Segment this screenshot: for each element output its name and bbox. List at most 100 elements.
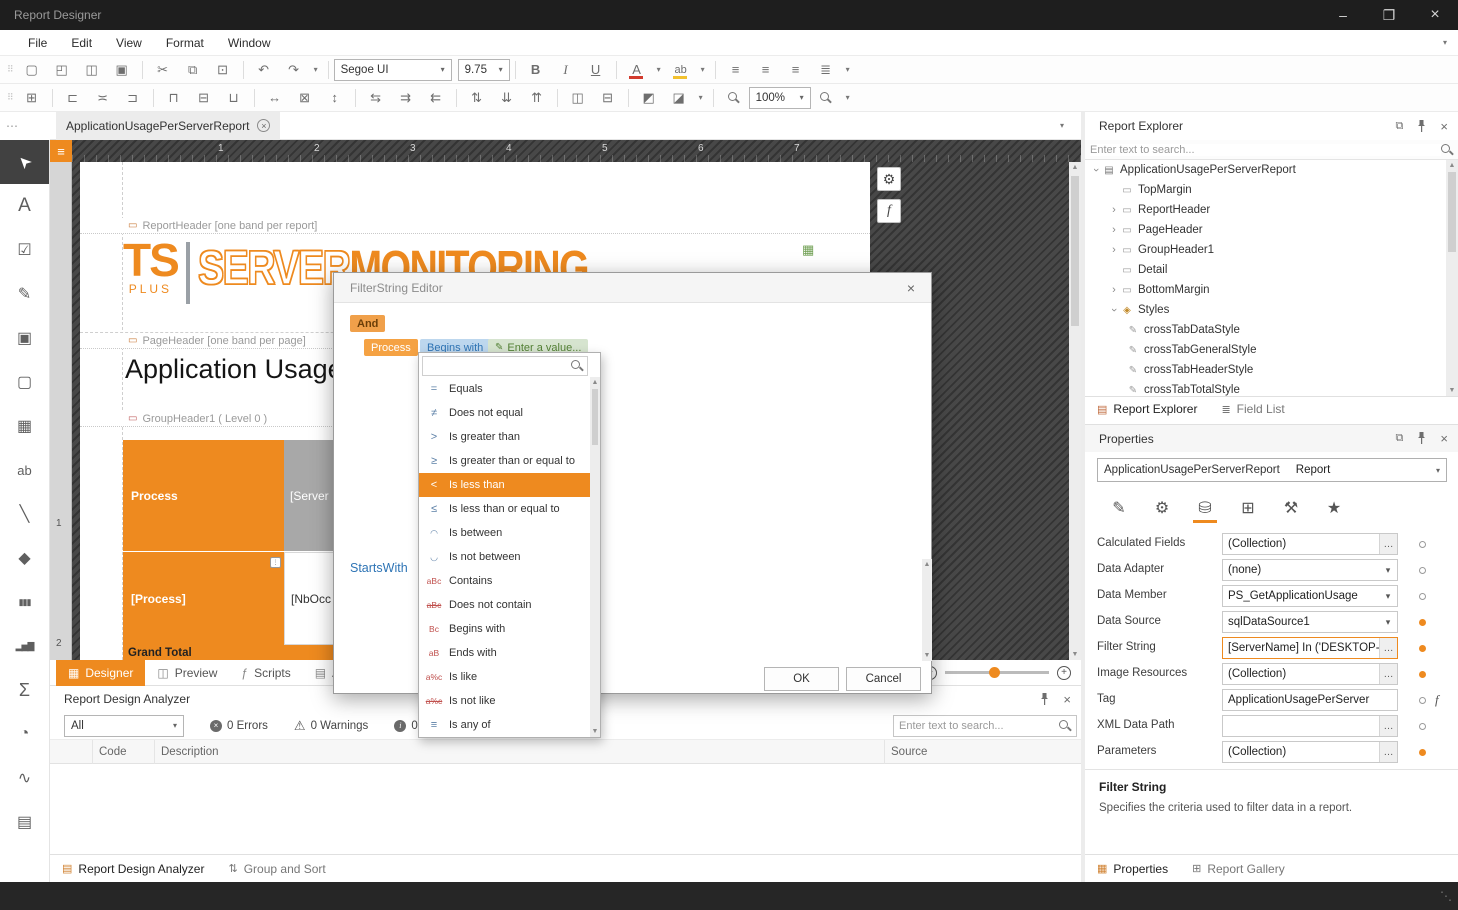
scroll-up-icon[interactable]: ▲ <box>590 379 600 386</box>
summary-tool[interactable]: Σ <box>0 668 49 712</box>
group-operator-chip[interactable]: And <box>350 315 385 332</box>
tree-node-pageheader[interactable]: › ▭ PageHeader <box>1085 220 1446 240</box>
property-value[interactable]: (none) <box>1223 564 1379 576</box>
tree-node-detail[interactable]: ▭ Detail <box>1085 260 1446 280</box>
save-button[interactable]: ◫ <box>77 58 107 82</box>
highlight-menu-icon[interactable]: ▾ <box>696 65 710 74</box>
dialog-scrollbar[interactable]: ▲ ▼ <box>922 559 932 661</box>
scrollbar-thumb[interactable] <box>1071 176 1079 326</box>
align-right-button[interactable]: ≡ <box>781 58 811 82</box>
h-spacing-increase-button[interactable]: ⇉ <box>391 86 421 110</box>
property-row-filter-string[interactable]: Filter String [ServerName] In ('DESKTOP-… <box>1085 635 1458 661</box>
tab-group-and-sort[interactable]: ⇅ Group and Sort <box>216 855 337 883</box>
ellipsis-button[interactable]: … <box>1379 638 1397 658</box>
undo-button[interactable]: ↶ <box>249 58 279 82</box>
operator-item-is-less-than-or-equal[interactable]: ≤Is less than or equal to <box>419 497 593 521</box>
highlight-button[interactable]: ab <box>666 58 696 82</box>
property-value[interactable]: sqlDataSource1 <box>1223 616 1379 628</box>
property-row-data-member[interactable]: Data Member PS_GetApplicationUsage▾ <box>1085 583 1458 609</box>
zoom-in-button[interactable] <box>811 86 841 110</box>
toolbox-overflow[interactable]: ⋯ <box>0 112 50 140</box>
analyzer-search[interactable] <box>893 715 1077 737</box>
operator-item-begins-with[interactable]: BcBegins with <box>419 617 593 641</box>
operator-search[interactable] <box>422 356 588 376</box>
tab-report-explorer[interactable]: ▤ Report Explorer <box>1085 397 1209 422</box>
errors-counter[interactable]: × 0 Errors <box>210 720 268 732</box>
scrollbar-thumb[interactable] <box>592 389 598 445</box>
dropdown-arrow-icon[interactable]: ▾ <box>1379 560 1397 580</box>
toolbar-drag-grip[interactable]: ⠿ <box>7 64 14 75</box>
doc-tabs-overflow-icon[interactable]: ▾ <box>1055 121 1069 130</box>
expander-icon[interactable]: › <box>1090 164 1102 176</box>
operator-item-contains[interactable]: aBcContains <box>419 569 593 593</box>
align-centers-button[interactable]: ≍ <box>88 86 118 110</box>
operator-item-is-like[interactable]: a%cIs like <box>419 665 593 689</box>
operator-item-does-not-equal[interactable]: ≠Does not equal <box>419 401 593 425</box>
pin-icon[interactable] <box>1417 432 1426 445</box>
tree-node-styles[interactable]: › ◈ Styles <box>1085 300 1446 320</box>
zoom-out-button[interactable] <box>719 86 749 110</box>
analyzer-search-input[interactable] <box>899 720 1059 732</box>
scroll-up-icon[interactable]: ▲ <box>1069 164 1081 171</box>
tools-wrench-icon[interactable]: ⚒ <box>1275 493 1307 523</box>
new-report-button[interactable]: ▢ <box>17 58 47 82</box>
pin-icon[interactable] <box>1417 120 1426 133</box>
ellipsis-button[interactable]: … <box>1379 716 1397 736</box>
document-tab-close-button[interactable]: × <box>257 119 270 132</box>
paste-button[interactable]: ⊡ <box>208 58 238 82</box>
report-title-label[interactable]: Application Usage p <box>125 354 365 385</box>
font-size-combo[interactable]: 9.75 ▾ <box>458 59 510 81</box>
operator-item-is-between[interactable]: ◠Is between <box>419 521 593 545</box>
align-center-button[interactable]: ≡ <box>751 58 781 82</box>
resize-grip-icon[interactable]: ⋱ <box>1440 889 1458 903</box>
expression-button[interactable]: f <box>877 199 901 223</box>
italic-button[interactable]: I <box>551 58 581 82</box>
zoom-slider-thumb[interactable] <box>989 667 1000 678</box>
property-row-calculated-fields[interactable]: Calculated Fields (Collection)… <box>1085 531 1458 557</box>
scroll-up-icon[interactable]: ▲ <box>1446 162 1458 169</box>
ellipsis-button[interactable]: … <box>1379 742 1397 762</box>
cut-button[interactable]: ✂ <box>148 58 178 82</box>
property-value[interactable]: (Collection) <box>1223 538 1379 550</box>
scroll-up-icon[interactable]: ▲ <box>922 561 932 568</box>
redo-button[interactable]: ↷ <box>279 58 309 82</box>
band-settings-button[interactable]: ⚙ <box>877 167 901 191</box>
dialog-close-button[interactable]: × <box>901 280 921 296</box>
crosstab-cell-process-header[interactable]: Process <box>123 440 284 551</box>
property-row-image-resources[interactable]: Image Resources (Collection)… <box>1085 661 1458 687</box>
float-icon[interactable]: ⧉ <box>1396 120 1404 133</box>
pdf-content-tool[interactable]: ▤ <box>0 800 49 844</box>
operator-item-is-less-than[interactable]: <Is less than <box>419 473 593 497</box>
scroll-down-icon[interactable]: ▼ <box>922 652 932 659</box>
maximize-button[interactable]: ❐ <box>1366 0 1412 30</box>
tree-node-bottommargin[interactable]: › ▭ BottomMargin <box>1085 280 1446 300</box>
menu-format[interactable]: Format <box>154 30 216 56</box>
scrollbar-thumb[interactable] <box>1448 172 1456 252</box>
dialog-titlebar[interactable]: FilterString Editor × <box>334 273 931 303</box>
zoom-menu-icon[interactable]: ▾ <box>841 93 855 102</box>
picturebox-tool[interactable]: ▣ <box>0 316 49 360</box>
align-justify-button[interactable]: ≣ <box>811 58 841 82</box>
tree-node-style[interactable]: ✎ crossTabTotalStyle <box>1085 380 1446 396</box>
menubar-overflow-icon[interactable]: ▾ <box>1438 38 1452 47</box>
operator-item-equals[interactable]: =Equals <box>419 377 593 401</box>
operator-item-ends-with[interactable]: aBEnds with <box>419 641 593 665</box>
property-value[interactable]: ApplicationUsagePerServer <box>1223 694 1397 706</box>
tree-node-style[interactable]: ✎ crossTabDataStyle <box>1085 320 1446 340</box>
bold-button[interactable]: B <box>521 58 551 82</box>
zoom-combo[interactable]: 100% ▾ <box>749 87 811 109</box>
expander-icon[interactable]: › <box>1108 284 1120 296</box>
close-icon[interactable]: × <box>1440 119 1448 134</box>
tab-scripts[interactable]: ƒ Scripts <box>229 660 302 686</box>
crosstab-cell-process-field[interactable]: [Process] <box>123 552 284 645</box>
ok-button[interactable]: OK <box>764 667 839 691</box>
sparkline-tool[interactable]: ∿ <box>0 756 49 800</box>
tab-properties[interactable]: ▦ Properties <box>1085 855 1180 883</box>
gauge-tool[interactable]: ◔ <box>0 712 49 756</box>
operator-item-is-not-like[interactable]: a%cIs not like <box>419 689 593 713</box>
save-all-button[interactable]: ▣ <box>107 58 137 82</box>
column-code[interactable]: Code <box>93 740 155 764</box>
property-row-data-adapter[interactable]: Data Adapter (none)▾ <box>1085 557 1458 583</box>
richtext-tool[interactable]: ✎ <box>0 272 49 316</box>
menu-window[interactable]: Window <box>216 30 283 56</box>
